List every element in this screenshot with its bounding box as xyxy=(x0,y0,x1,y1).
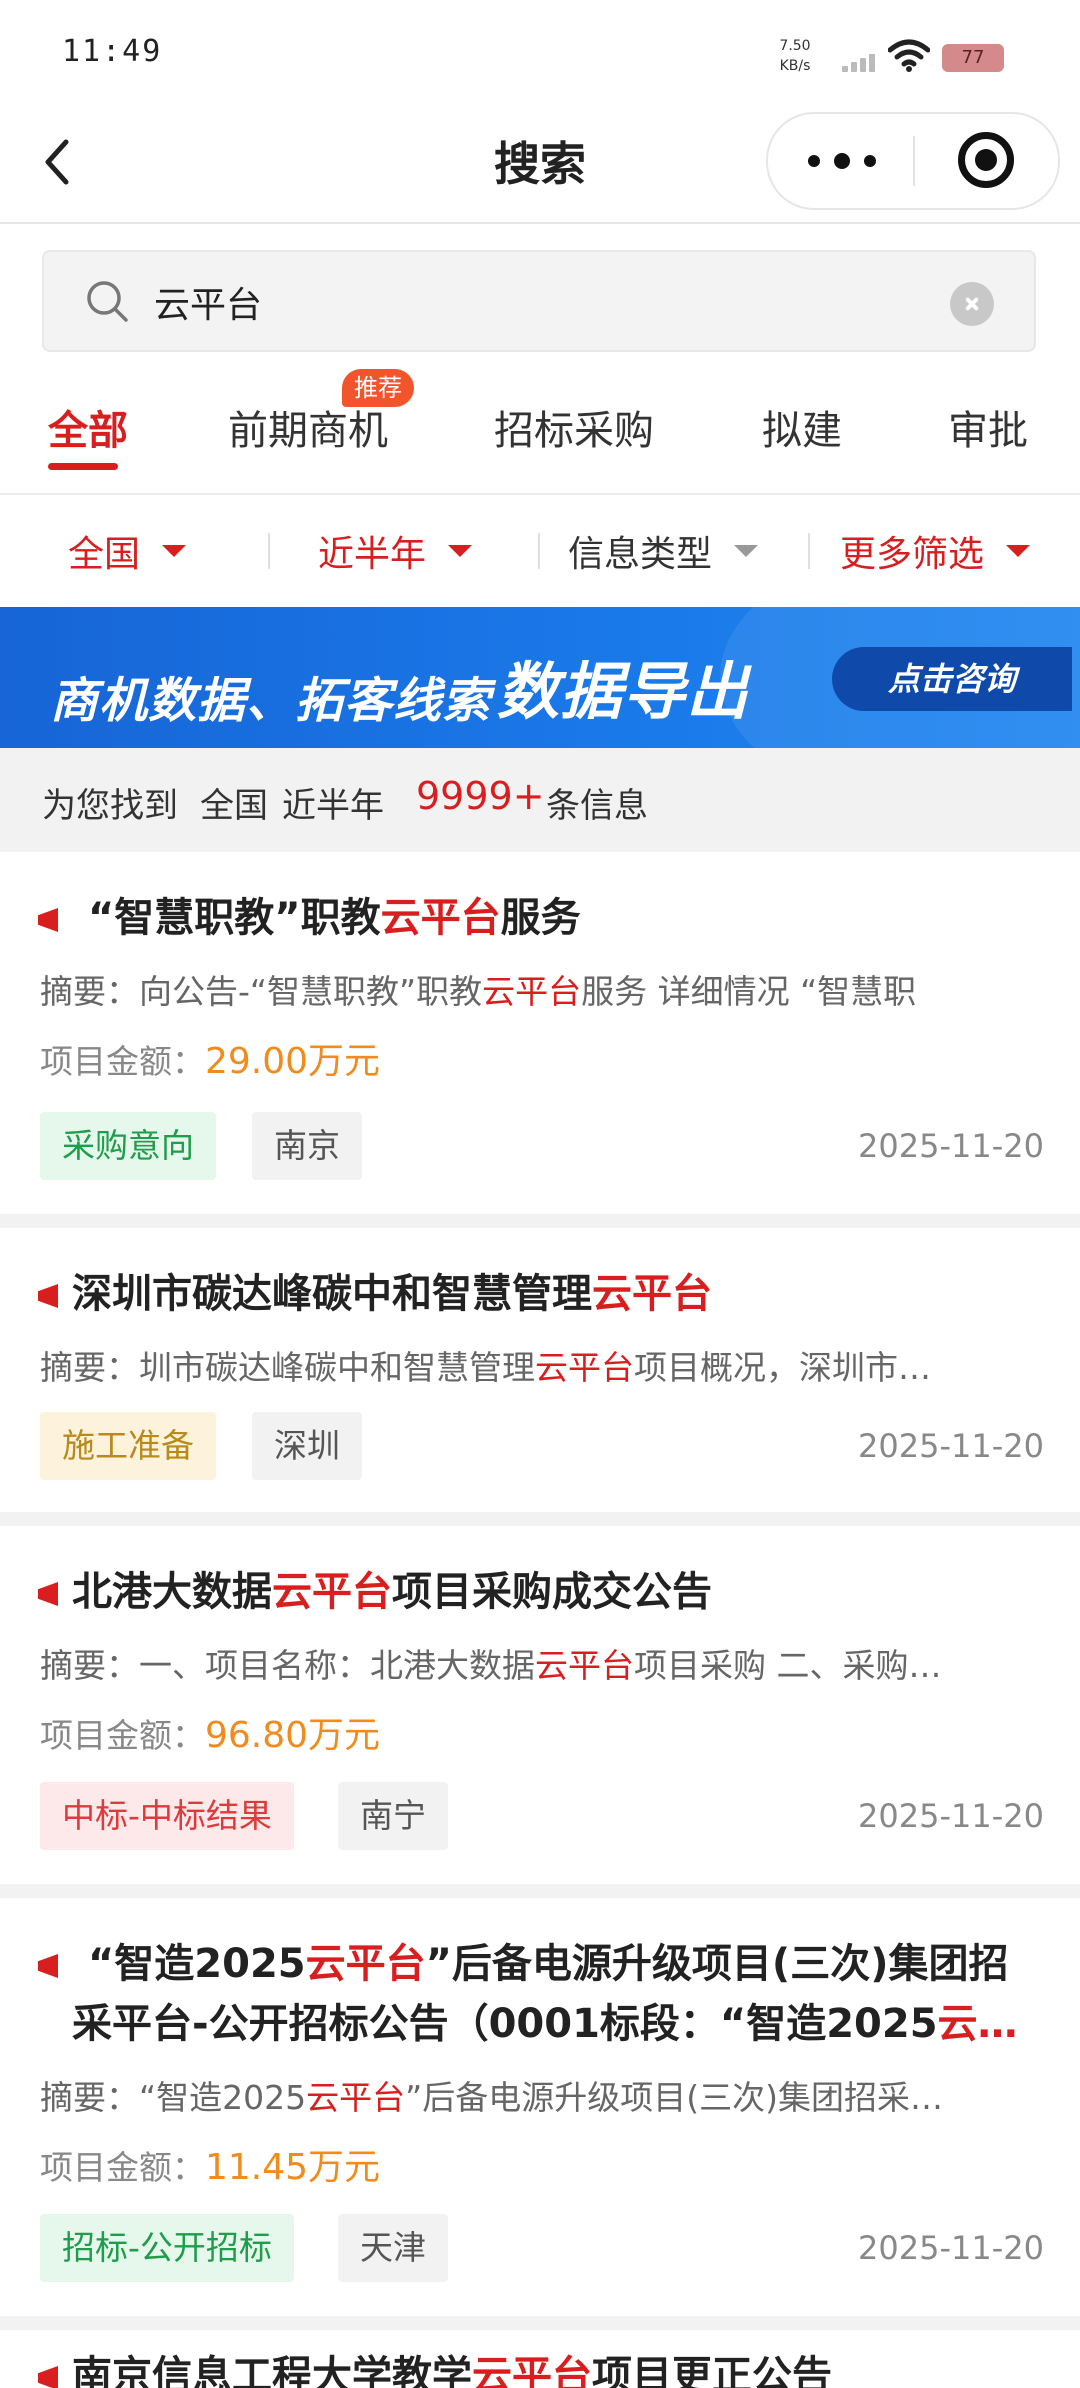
tab-approval[interactable]: 审批 xyxy=(948,403,1028,459)
card-amount: 项目金额：29.00万元 xyxy=(40,1041,381,1082)
card-amount: 项目金额：96.80万元 xyxy=(40,1715,381,1756)
status-badge: 中标-中标结果 xyxy=(40,1782,294,1850)
result-card[interactable]: 深圳市碳达峰碳中和智慧管理云平台 摘要：圳市碳达峰碳中和智慧管理云平台项目概况，… xyxy=(0,1228,1080,1512)
search-area xyxy=(0,224,1080,369)
signal-icon xyxy=(842,50,878,72)
flag-icon xyxy=(38,908,58,932)
filter-more-label: 更多筛选 xyxy=(840,534,985,575)
search-icon xyxy=(87,281,128,322)
status-bar: 11:49 7.50 KB/s 77 xyxy=(0,0,1080,110)
tab-tender-procurement[interactable]: 招标采购 xyxy=(494,403,654,459)
card-title[interactable]: “智造2025云平台”后备电源升级项目(三次)集团招采平台-公开招标公告（000… xyxy=(72,1934,1042,2054)
capsule-divider xyxy=(913,136,915,186)
amount-value: 96.80万元 xyxy=(205,1715,381,1756)
region-badge: 南京 xyxy=(252,1112,362,1180)
card-date: 2025-11-20 xyxy=(858,1127,1044,1165)
card-date: 2025-11-20 xyxy=(858,1427,1044,1465)
banner-slogan: 商机数据、拓客线索 xyxy=(50,673,492,729)
flag-icon xyxy=(38,1284,58,1308)
region-badge: 南宁 xyxy=(338,1782,448,1850)
filter-info-type-label: 信息类型 xyxy=(568,534,713,575)
filter-bar: 全国 近半年 信息类型 更多筛选 xyxy=(0,495,1080,607)
status-time: 11:49 xyxy=(62,34,163,69)
filter-divider xyxy=(808,533,810,569)
result-count: 9999+ xyxy=(416,774,545,818)
tab-active-indicator xyxy=(48,463,118,470)
category-tabs: 全部 前期商机 推荐 招标采购 拟建 审批 xyxy=(0,369,1080,495)
filter-period-label: 近半年 xyxy=(318,534,427,575)
result-card[interactable]: 北港大数据云平台项目采购成交公告 摘要：一、项目名称：北港大数据云平台项目采购 … xyxy=(0,1526,1080,1884)
navigation-bar: 搜索 xyxy=(0,110,1080,224)
wifi-icon xyxy=(888,39,930,72)
tab-proposed[interactable]: 拟建 xyxy=(762,403,842,459)
banner-text: 商机数据、拓客线索数据导出 xyxy=(50,645,749,735)
status-badge: 施工准备 xyxy=(40,1412,216,1480)
search-input[interactable] xyxy=(154,270,914,334)
filter-region-label: 全国 xyxy=(68,534,141,575)
network-speed-value: 7.50 xyxy=(779,38,811,54)
card-date: 2025-11-20 xyxy=(858,1797,1044,1835)
battery-indicator: 77 xyxy=(942,44,1004,72)
search-box[interactable] xyxy=(42,250,1036,352)
banner-emphasis: 数据导出 xyxy=(497,655,750,728)
filter-divider xyxy=(538,533,540,569)
promo-banner[interactable]: 商机数据、拓客线索数据导出 点击咨询 xyxy=(0,607,1080,748)
network-speed: 7.50 KB/s xyxy=(770,36,820,76)
card-title[interactable]: 深圳市碳达峰碳中和智慧管理云平台 xyxy=(72,1264,1042,1324)
network-speed-unit: KB/s xyxy=(779,58,811,74)
card-abstract: 摘要：“智造2025云平台”后备电源升级项目(三次)集团招采… xyxy=(40,2078,943,2117)
more-dots-icon[interactable] xyxy=(808,144,888,176)
card-abstract: 摘要：圳市碳达峰碳中和智慧管理云平台项目概况，深圳市… xyxy=(40,1348,931,1387)
flag-icon xyxy=(38,1954,58,1978)
amount-value: 29.00万元 xyxy=(205,1041,381,1082)
card-title[interactable]: 北港大数据云平台项目采购成交公告 xyxy=(72,1562,1042,1622)
flag-icon xyxy=(38,2366,58,2388)
clear-icon[interactable] xyxy=(950,282,994,326)
region-badge: 天津 xyxy=(338,2214,448,2282)
card-abstract: 摘要：向公告-“智慧职教”职教云平台服务 详细情况 “智慧职 xyxy=(40,972,917,1011)
caret-down-icon xyxy=(162,545,187,557)
card-title[interactable]: 南京信息工程大学教学云平台项目更正公告 xyxy=(72,2346,1042,2388)
miniapp-capsule xyxy=(766,112,1060,210)
close-target-icon[interactable] xyxy=(958,132,1014,188)
card-date: 2025-11-20 xyxy=(858,2229,1044,2267)
card-abstract: 摘要：一、项目名称：北港大数据云平台项目采购 二、采购… xyxy=(40,1646,942,1685)
caret-down-icon xyxy=(734,545,759,557)
consult-button[interactable]: 点击咨询 xyxy=(832,647,1072,711)
filter-period[interactable]: 近半年 xyxy=(318,495,473,607)
region-badge: 深圳 xyxy=(252,1412,362,1480)
summary-region: 全国 xyxy=(200,786,268,826)
result-card[interactable]: 南京信息工程大学教学云平台项目更正公告 xyxy=(0,2330,1080,2388)
recommend-badge: 推荐 xyxy=(342,369,414,407)
card-title[interactable]: “智慧职教”职教云平台服务 xyxy=(88,888,1058,948)
filter-more[interactable]: 更多筛选 xyxy=(840,495,1031,607)
status-badge: 采购意向 xyxy=(40,1112,216,1180)
filter-info-type[interactable]: 信息类型 xyxy=(568,495,759,607)
filter-divider xyxy=(268,533,270,569)
card-amount: 项目金额：11.45万元 xyxy=(40,2147,381,2188)
flag-icon xyxy=(38,1582,58,1606)
amount-value: 11.45万元 xyxy=(205,2147,381,2188)
tab-all[interactable]: 全部 xyxy=(48,403,128,459)
tab-early-opportunity[interactable]: 前期商机 xyxy=(228,403,388,459)
summary-period: 近半年 xyxy=(282,786,384,826)
filter-region[interactable]: 全国 xyxy=(68,495,187,607)
caret-down-icon xyxy=(1006,545,1031,557)
result-card[interactable]: “智慧职教”职教云平台服务 摘要：向公告-“智慧职教”职教云平台服务 详细情况 … xyxy=(0,852,1080,1214)
status-badge: 招标-公开招标 xyxy=(40,2214,294,2282)
result-card[interactable]: “智造2025云平台”后备电源升级项目(三次)集团招采平台-公开招标公告（000… xyxy=(0,1898,1080,2316)
summary-suffix: 条信息 xyxy=(546,786,648,826)
result-summary: 为您找到 全国 近半年 9999+ 条信息 xyxy=(0,748,1080,852)
summary-prefix: 为您找到 xyxy=(42,786,178,826)
caret-down-icon xyxy=(448,545,473,557)
